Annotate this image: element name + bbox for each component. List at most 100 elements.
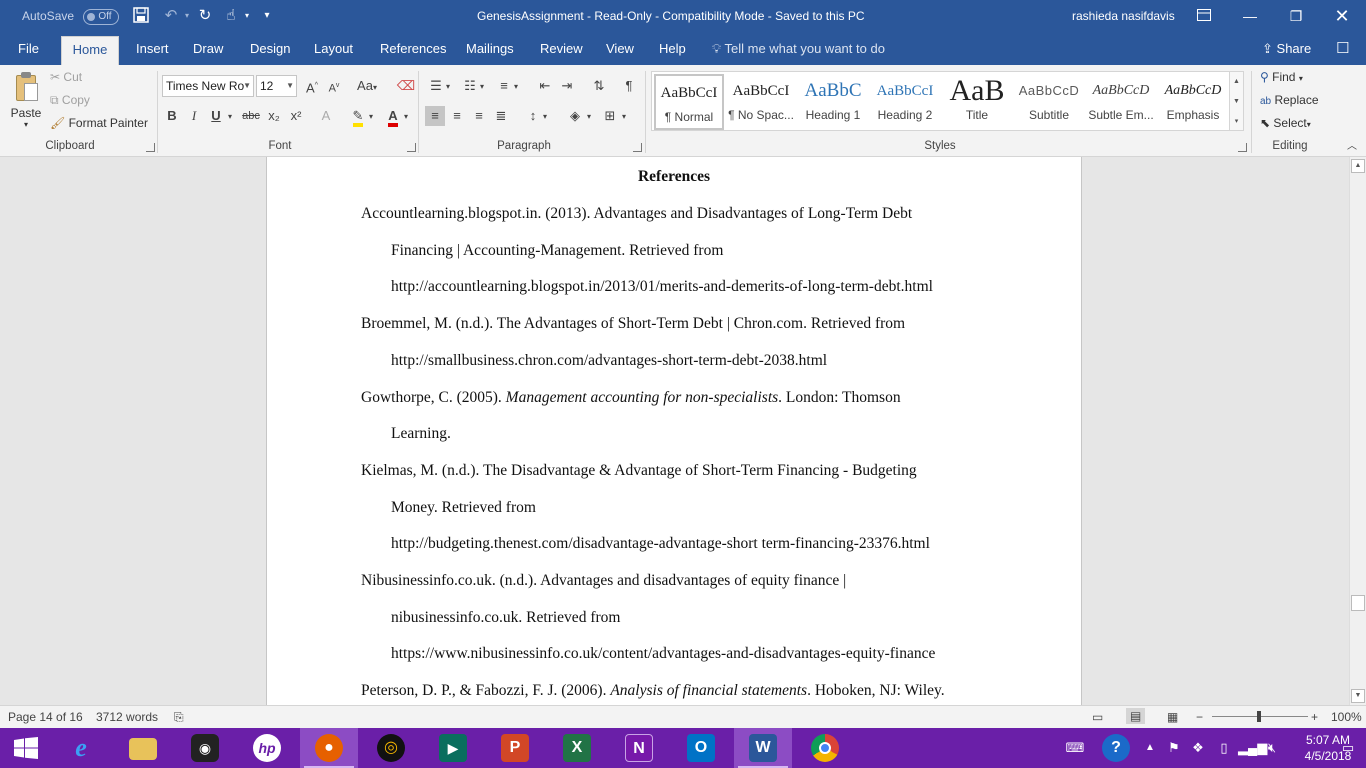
strikethrough-button[interactable]: abc <box>240 106 262 126</box>
taskbar-media-app[interactable]: ◎ <box>362 728 420 768</box>
bullets-dropdown-icon[interactable]: ▾ <box>443 77 453 97</box>
user-name[interactable]: rashieda nasifdavis <box>1072 0 1175 32</box>
align-right-icon[interactable]: ≡ <box>469 106 489 126</box>
taskbar-powerpoint[interactable]: P <box>486 728 544 768</box>
scrollbar-thumb[interactable] <box>1351 595 1365 611</box>
styles-gallery-scroll[interactable]: ▲ ▼ ▾ <box>1229 71 1244 131</box>
web-layout-icon[interactable]: ▦ <box>1167 710 1178 724</box>
multilevel-dropdown-icon[interactable]: ▾ <box>511 77 521 97</box>
bold-button[interactable]: B <box>162 106 182 126</box>
zoom-level[interactable]: 100% <box>1331 710 1362 724</box>
tab-draw[interactable]: Draw <box>183 36 233 65</box>
zoom-in-icon[interactable]: + <box>1311 710 1318 724</box>
tab-mailings[interactable]: Mailings <box>456 36 524 65</box>
borders-dropdown-icon[interactable]: ▾ <box>619 107 629 127</box>
cut-button[interactable]: ✂ Cut <box>50 70 82 84</box>
style-emphasis[interactable]: AaBbCcD Emphasis <box>1158 74 1228 130</box>
word-count[interactable]: 3712 words <box>96 710 158 724</box>
help-icon[interactable]: ? <box>1100 728 1132 768</box>
zoom-out-icon[interactable]: − <box>1196 710 1203 724</box>
taskbar-onenote[interactable]: N <box>610 728 668 768</box>
read-mode-icon[interactable]: ▭ <box>1092 710 1103 724</box>
network-icon[interactable]: ▂▄▆ <box>1238 728 1267 768</box>
align-center-icon[interactable]: ≡ <box>447 106 467 126</box>
increase-indent-icon[interactable]: ⇥ <box>557 76 577 96</box>
change-case-button[interactable]: Aa▾ <box>353 76 381 96</box>
font-size-combo[interactable]: 12 ▼ <box>256 75 297 97</box>
touch-keyboard-icon[interactable]: ⌨ <box>1058 728 1092 768</box>
taskbar-chrome[interactable] <box>796 728 854 768</box>
format-painter-button[interactable]: 🖌︎ Format Painter <box>50 116 148 130</box>
font-color-dropdown-icon[interactable]: ▾ <box>401 107 411 127</box>
underline-button[interactable]: U <box>206 106 226 126</box>
superscript-button[interactable]: x² <box>286 106 306 126</box>
line-spacing-dropdown-icon[interactable]: ▾ <box>540 107 550 127</box>
scroll-down-icon[interactable]: ▼ <box>1230 92 1243 112</box>
style-heading-2[interactable]: AaBbCcI Heading 2 <box>870 74 940 130</box>
grow-font-icon[interactable]: A^ <box>302 76 322 96</box>
style-title[interactable]: AaB Title <box>942 74 1012 130</box>
style-subtle-emphasis[interactable]: AaBbCcD Subtle Em... <box>1086 74 1156 130</box>
show-hidden-icons-icon[interactable]: ▲ <box>1142 728 1158 768</box>
redo-icon[interactable]: ↻ <box>196 7 214 25</box>
numbering-dropdown-icon[interactable]: ▾ <box>477 77 487 97</box>
document-page[interactable]: References Accountlearning.blogspot.in. … <box>266 157 1082 705</box>
align-left-icon[interactable]: ≡ <box>425 106 445 126</box>
style-heading-1[interactable]: AaBbC Heading 1 <box>798 74 868 130</box>
copy-button[interactable]: ⧉ Copy <box>50 93 90 108</box>
comments-icon[interactable]: ☐ <box>1326 36 1359 65</box>
collapse-ribbon-icon[interactable]: ︿ <box>1342 137 1362 157</box>
customize-qat-icon[interactable]: ▾ <box>258 7 276 25</box>
subscript-button[interactable]: x₂ <box>264 106 284 126</box>
highlight-dropdown-icon[interactable]: ▾ <box>366 107 376 127</box>
taskbar-edge[interactable]: e <box>52 728 110 768</box>
ribbon-display-options-icon[interactable] <box>1181 0 1227 32</box>
dropbox-icon[interactable]: ❖ <box>1188 728 1208 768</box>
tab-home[interactable]: Home <box>61 36 119 65</box>
vertical-scrollbar[interactable]: ▲ ▼ <box>1349 157 1366 705</box>
scroll-up-icon[interactable]: ▲ <box>1230 72 1243 92</box>
scroll-down-icon[interactable]: ▼ <box>1351 689 1365 703</box>
tab-view[interactable]: View <box>596 36 644 65</box>
taskbar-outlook[interactable]: O <box>672 728 730 768</box>
tab-references[interactable]: References <box>370 36 456 65</box>
decrease-indent-icon[interactable]: ⇤ <box>535 76 555 96</box>
font-name-combo[interactable]: Times New Ro ▼ <box>162 75 254 97</box>
find-button[interactable]: ⚲ Find ▾ <box>1260 70 1303 84</box>
tab-design[interactable]: Design <box>240 36 300 65</box>
tab-layout[interactable]: Layout <box>304 36 363 65</box>
justify-icon[interactable]: ≣ <box>491 106 511 126</box>
undo-dropdown-icon[interactable]: ▾ <box>178 7 196 25</box>
restore-icon[interactable]: ❐ <box>1273 0 1319 32</box>
flag-icon[interactable]: ⚑ <box>1164 728 1184 768</box>
proofing-icon[interactable]: ⎘ <box>174 710 184 725</box>
save-icon[interactable] <box>132 7 150 25</box>
zoom-slider-thumb[interactable] <box>1257 711 1261 722</box>
clipboard-launcher-icon[interactable] <box>146 143 155 152</box>
taskbar-video-app[interactable]: ▶ <box>424 728 482 768</box>
scroll-up-icon[interactable]: ▲ <box>1351 159 1365 173</box>
styles-launcher-icon[interactable] <box>1238 143 1247 152</box>
print-layout-icon[interactable]: ▤ <box>1126 708 1146 724</box>
taskbar-excel[interactable]: X <box>548 728 606 768</box>
share-button[interactable]: ⇪ Share <box>1252 36 1321 65</box>
replace-button[interactable]: ab Replace <box>1260 93 1319 107</box>
show-formatting-icon[interactable]: ¶ <box>619 76 639 96</box>
highlight-icon[interactable]: ✎ <box>348 106 368 127</box>
start-button[interactable] <box>0 728 58 768</box>
taskbar-camera-app[interactable]: ◉ <box>176 728 234 768</box>
tab-help[interactable]: Help <box>649 36 696 65</box>
taskbar-word[interactable]: W <box>734 728 792 768</box>
font-launcher-icon[interactable] <box>407 143 416 152</box>
style-subtitle[interactable]: AaBbCcD Subtitle <box>1014 74 1084 130</box>
tab-review[interactable]: Review <box>530 36 593 65</box>
tab-file[interactable]: File <box>8 36 49 65</box>
more-styles-icon[interactable]: ▾ <box>1230 112 1243 132</box>
autosave-control[interactable]: AutoSave Off <box>22 0 120 32</box>
taskbar-hp[interactable]: hp <box>238 728 296 768</box>
paragraph-launcher-icon[interactable] <box>633 143 642 152</box>
select-button[interactable]: ⬉ Select▾ <box>1260 116 1311 130</box>
style-normal[interactable]: AaBbCcI ¶ Normal <box>654 74 724 130</box>
action-center-icon[interactable]: ▭ <box>1330 728 1366 768</box>
text-effects-icon[interactable]: A <box>316 106 336 126</box>
